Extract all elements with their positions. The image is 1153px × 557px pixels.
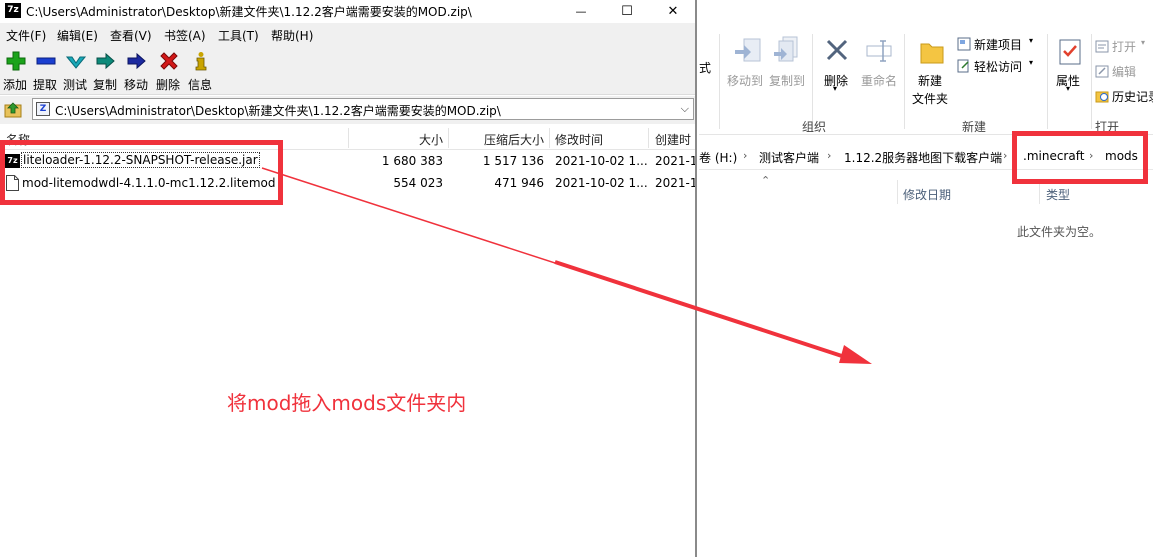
annotation-text: 将mod拖入mods文件夹内 (227, 391, 467, 415)
drag-arrow-shaft (554, 260, 849, 360)
drag-arrow (261, 167, 872, 364)
drag-arrow-head (839, 345, 872, 364)
